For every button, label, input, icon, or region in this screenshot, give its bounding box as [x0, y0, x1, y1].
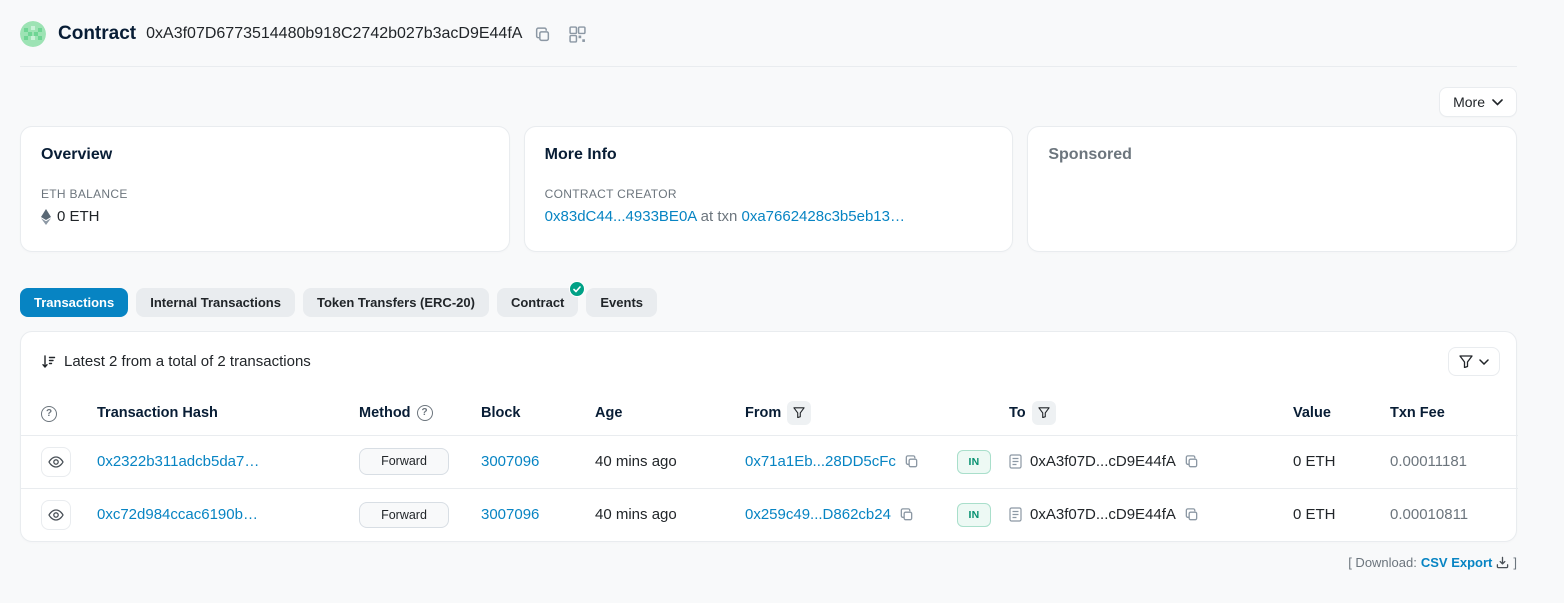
- tx-hash-link[interactable]: 0x2322b311adcb5da7…: [97, 453, 259, 470]
- transactions-summary: Latest 2 from a total of 2 transactions: [41, 353, 311, 370]
- block-link[interactable]: 3007096: [481, 506, 539, 523]
- more-info-card: More Info CONTRACT CREATOR 0x83dC44...49…: [524, 126, 1014, 252]
- tab-token-transfers-label: Token Transfers (ERC-20): [317, 295, 475, 310]
- contract-doc-icon: [1009, 454, 1022, 469]
- copy-icon[interactable]: [899, 507, 914, 522]
- txn-fee-cell: 0.00010811: [1380, 488, 1518, 541]
- value-cell: 0 ETH: [1283, 488, 1380, 541]
- more-info-title: More Info: [545, 146, 993, 164]
- to-address: 0xA3f07D...cD9E44fA: [1030, 506, 1176, 523]
- tab-internal-transactions[interactable]: Internal Transactions: [136, 288, 295, 317]
- more-button-label: More: [1453, 94, 1485, 110]
- tab-transactions[interactable]: Transactions: [20, 288, 128, 317]
- eth-balance-value: 0 ETH: [57, 208, 100, 225]
- column-block: Block: [471, 391, 585, 435]
- method-badge: Forward: [359, 448, 449, 475]
- more-button[interactable]: More: [1439, 87, 1517, 117]
- chevron-down-icon: [1479, 359, 1489, 365]
- sort-icon: [41, 354, 56, 369]
- tab-bar: Transactions Internal Transactions Token…: [20, 288, 1517, 317]
- tab-events-label: Events: [600, 295, 643, 310]
- transactions-summary-text: Latest 2 from a total of 2 transactions: [64, 353, 311, 370]
- download-row: [ Download: CSV Export ]: [20, 555, 1517, 570]
- transactions-table: ? Transaction Hash Method ? Block Age Fr…: [21, 391, 1518, 541]
- txn-fee-cell: 0.00011181: [1380, 435, 1518, 488]
- transactions-card: Latest 2 from a total of 2 transactions …: [20, 331, 1517, 542]
- overview-title: Overview: [41, 146, 489, 164]
- contract-doc-icon: [1009, 507, 1022, 522]
- column-value: Value: [1283, 391, 1380, 435]
- contract-address: 0xA3f07D6773514480b918C2742b027b3acD9E44…: [146, 25, 522, 43]
- table-row: 0x2322b311adcb5da7… Forward 3007096 40 m…: [21, 435, 1518, 488]
- column-txn-fee[interactable]: Txn Fee: [1380, 391, 1518, 435]
- eth-icon: [41, 209, 51, 225]
- from-filter-icon[interactable]: [787, 401, 811, 425]
- eth-balance-value-row: 0 ETH: [41, 208, 489, 225]
- tab-contract-label: Contract: [511, 295, 564, 310]
- preview-eye-button[interactable]: [41, 500, 71, 530]
- value-cell: 0 ETH: [1283, 435, 1380, 488]
- column-age[interactable]: Age: [585, 391, 735, 435]
- page-title: Contract: [58, 23, 136, 45]
- tab-transactions-label: Transactions: [34, 295, 114, 310]
- column-to: To: [1009, 405, 1026, 421]
- to-filter-icon[interactable]: [1032, 401, 1056, 425]
- tab-contract[interactable]: Contract: [497, 288, 578, 317]
- contract-creator-line: 0x83dC44...4933BE0A at txn 0xa7662428c3b…: [545, 208, 993, 225]
- column-method: Method: [359, 405, 411, 421]
- qr-code-icon[interactable]: [569, 26, 586, 43]
- column-transaction-hash: Transaction Hash: [87, 391, 349, 435]
- method-badge: Forward: [359, 502, 449, 529]
- contract-identicon: [20, 21, 46, 47]
- method-help-icon[interactable]: ?: [417, 405, 433, 421]
- page-header: Contract 0xA3f07D6773514480b918C2742b027…: [20, 0, 1517, 67]
- table-row: 0xc72d984ccac6190b… Forward 3007096 40 m…: [21, 488, 1518, 541]
- creation-txn-link[interactable]: 0xa7662428c3b5eb13…: [742, 208, 905, 225]
- tx-hash-link[interactable]: 0xc72d984ccac6190b…: [97, 506, 258, 523]
- download-prefix: [ Download:: [1348, 555, 1417, 570]
- chevron-down-icon: [1492, 99, 1503, 106]
- age-cell: 40 mins ago: [585, 488, 735, 541]
- creator-address-link[interactable]: 0x83dC44...4933BE0A: [545, 208, 697, 225]
- funnel-icon: [1459, 355, 1473, 368]
- direction-badge: IN: [957, 503, 991, 527]
- copy-address-icon[interactable]: [534, 26, 551, 43]
- column-from: From: [745, 405, 781, 421]
- age-cell: 40 mins ago: [585, 435, 735, 488]
- info-cards: Overview ETH BALANCE 0 ETH More Info CON…: [20, 126, 1517, 252]
- copy-icon[interactable]: [904, 454, 919, 469]
- download-suffix: ]: [1513, 555, 1517, 570]
- block-link[interactable]: 3007096: [481, 453, 539, 470]
- table-filter-button[interactable]: [1448, 347, 1500, 376]
- sponsored-card: Sponsored: [1027, 126, 1517, 252]
- overview-card: Overview ETH BALANCE 0 ETH: [20, 126, 510, 252]
- tab-events[interactable]: Events: [586, 288, 657, 317]
- tab-token-transfers[interactable]: Token Transfers (ERC-20): [303, 288, 489, 317]
- sponsored-title: Sponsored: [1048, 146, 1496, 164]
- eth-balance-label: ETH BALANCE: [41, 187, 489, 201]
- tab-internal-transactions-label: Internal Transactions: [150, 295, 281, 310]
- contract-creator-label: CONTRACT CREATOR: [545, 187, 993, 201]
- from-address-link[interactable]: 0x71a1Eb...28DD5cFc: [745, 453, 896, 470]
- at-txn-text: at txn: [701, 208, 738, 225]
- copy-icon[interactable]: [1184, 507, 1199, 522]
- csv-export-link[interactable]: CSV Export: [1421, 555, 1493, 570]
- from-address-link[interactable]: 0x259c49...D862cb24: [745, 506, 891, 523]
- preview-eye-button[interactable]: [41, 447, 71, 477]
- download-icon[interactable]: [1496, 556, 1509, 569]
- direction-badge: IN: [957, 450, 991, 474]
- copy-icon[interactable]: [1184, 454, 1199, 469]
- table-header-row: ? Transaction Hash Method ? Block Age Fr…: [21, 391, 1518, 435]
- verified-check-icon: [569, 281, 585, 297]
- help-icon[interactable]: ?: [41, 406, 57, 422]
- to-address: 0xA3f07D...cD9E44fA: [1030, 453, 1176, 470]
